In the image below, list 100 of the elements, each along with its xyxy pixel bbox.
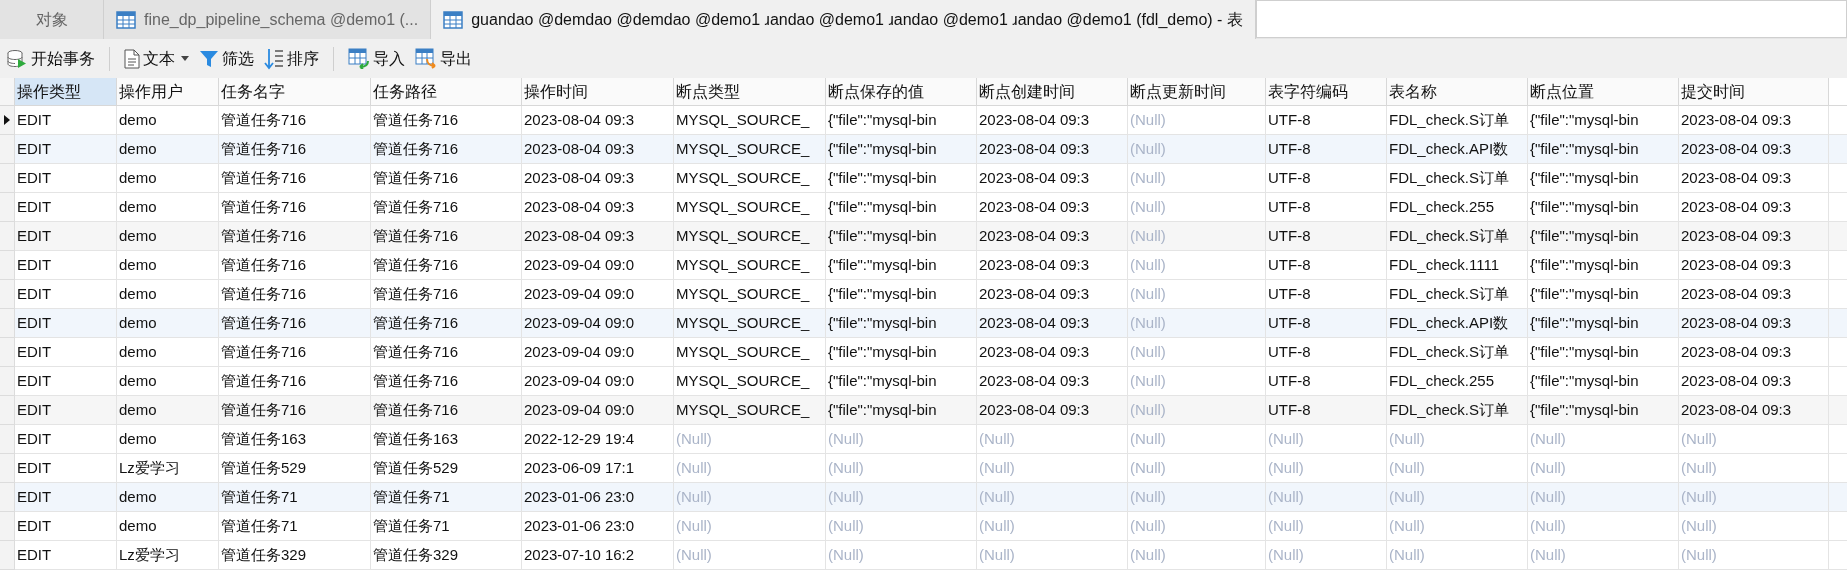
table-cell-text: {"file":"mysql-bin bbox=[827, 399, 938, 420]
table-cell-text: 管道任务716 bbox=[220, 254, 308, 275]
toolbar-button[interactable]: 导入 bbox=[346, 43, 407, 74]
table-cell-text: {"file":"mysql-bin bbox=[827, 312, 938, 333]
table-cell-text: 管道任务71 bbox=[220, 486, 299, 507]
table-cell-text: (Null) bbox=[978, 428, 1016, 449]
database-icon bbox=[6, 48, 28, 69]
funnel-icon bbox=[199, 48, 219, 69]
table-cell-text: {"file":"mysql-bin bbox=[827, 225, 938, 246]
table-cell-text: 2023-08-04 09:3 bbox=[1680, 225, 1793, 246]
table-cell-text: UTF-8 bbox=[1267, 399, 1312, 420]
table-cell-text: EDIT bbox=[16, 312, 53, 333]
table-cell-text: (Null) bbox=[1529, 544, 1567, 565]
column-header[interactable]: 任务名字 bbox=[219, 78, 371, 106]
table-cell-text: UTF-8 bbox=[1267, 254, 1312, 275]
table-cell-text: MYSQL_SOURCE_ bbox=[675, 341, 811, 362]
column-header[interactable]: 断点创建时间 bbox=[977, 78, 1128, 106]
table-cell-text: (Null) bbox=[1129, 428, 1167, 449]
table-cell-text: EDIT bbox=[16, 544, 53, 565]
table-cell-text: UTF-8 bbox=[1267, 167, 1312, 188]
column-header[interactable]: 操作时间 bbox=[522, 78, 674, 106]
table-cell-text: UTF-8 bbox=[1267, 138, 1312, 159]
table-cell-text: EDIT bbox=[16, 283, 53, 304]
table-cell-text: EDIT bbox=[16, 515, 53, 536]
table-cell-text: (Null) bbox=[1129, 457, 1167, 478]
table-cell-text: (Null) bbox=[1680, 544, 1718, 565]
table-cell-text: 2023-09-04 09:0 bbox=[523, 283, 636, 304]
table-cell-text: UTF-8 bbox=[1267, 109, 1312, 130]
column-header[interactable]: 任务路径 bbox=[371, 78, 522, 106]
column-header[interactable]: 操作类型 bbox=[15, 78, 117, 106]
table-cell-text: 管道任务716 bbox=[220, 370, 308, 391]
table-cell-text: 管道任务716 bbox=[372, 254, 460, 275]
table-cell-text: (Null) bbox=[1529, 428, 1567, 449]
toolbar-button[interactable]: 开始事务 bbox=[4, 43, 97, 74]
table-cell-text: MYSQL_SOURCE_ bbox=[675, 167, 811, 188]
table-cell-text: EDIT bbox=[16, 399, 53, 420]
table-cell-text: (Null) bbox=[827, 428, 865, 449]
table-cell-text: 管道任务716 bbox=[372, 399, 460, 420]
column-header[interactable]: 操作用户 bbox=[117, 78, 219, 106]
table-cell-text: FDL_check.255 bbox=[1388, 196, 1496, 217]
column-header[interactable]: 断点位置 bbox=[1528, 78, 1679, 106]
table-cell-text: 2023-08-04 09:3 bbox=[978, 254, 1091, 275]
table-cell-text: (Null) bbox=[1680, 428, 1718, 449]
table-cell-text: {"file":"mysql-bin bbox=[1529, 254, 1640, 275]
row-header[interactable] bbox=[0, 106, 15, 135]
table-cell-text: (Null) bbox=[1129, 544, 1167, 565]
table-cell-text: (Null) bbox=[1267, 428, 1305, 449]
table-cell-text: 管道任务716 bbox=[220, 138, 308, 159]
table-cell-text: 2023-08-04 09:3 bbox=[523, 138, 636, 159]
toolbar-button[interactable]: 筛选 bbox=[197, 43, 256, 74]
table-cell-text: EDIT bbox=[16, 196, 53, 217]
table-cell-text: 2023-08-04 09:3 bbox=[1680, 399, 1793, 420]
table-cell-text: UTF-8 bbox=[1267, 341, 1312, 362]
column-header[interactable]: 提交时间 bbox=[1679, 78, 1829, 106]
table-cell-text: 管道任务716 bbox=[220, 312, 308, 333]
table-cell-text: 2023-08-04 09:3 bbox=[523, 109, 636, 130]
table-cell-text: (Null) bbox=[1388, 544, 1426, 565]
toolbar-button[interactable]: 文本 bbox=[122, 43, 191, 74]
table-cell-text: demo bbox=[118, 399, 158, 420]
column-header[interactable]: 断点类型 bbox=[674, 78, 826, 106]
column-header[interactable]: 表名称 bbox=[1387, 78, 1528, 106]
table-cell-text: {"file":"mysql-bin bbox=[827, 109, 938, 130]
table-cell-text: 2023-08-04 09:3 bbox=[978, 138, 1091, 159]
table-cell-text: 2023-08-04 09:3 bbox=[1680, 370, 1793, 391]
table-cell-text: {"file":"mysql-bin bbox=[1529, 167, 1640, 188]
table-cell-text: (Null) bbox=[1680, 457, 1718, 478]
table-cell-text: (Null) bbox=[675, 486, 713, 507]
table-cell-text: 2023-08-04 09:3 bbox=[978, 399, 1091, 420]
table-cell-text: (Null) bbox=[675, 457, 713, 478]
table-cell-text: demo bbox=[118, 109, 158, 130]
table-cell-text: {"file":"mysql-bin bbox=[1529, 196, 1640, 217]
tab[interactable]: guandao @demdao @demdao @demo1 ɹandao @demo1 ɹandao @demo1 ɹandao @demo1 (fdl_demo) - 表 bbox=[431, 0, 1256, 39]
toolbar-button[interactable]: 导出 bbox=[413, 43, 474, 74]
toolbar-button[interactable]: 排序 bbox=[262, 43, 321, 74]
table-cell-text: (Null) bbox=[827, 544, 865, 565]
table-cell-text: FDL_check.255 bbox=[1388, 370, 1496, 391]
column-header[interactable]: 断点保存的值 bbox=[826, 78, 977, 106]
table-cell-text: (Null) bbox=[675, 544, 713, 565]
table-icon bbox=[116, 10, 136, 29]
table-cell-text: {"file":"mysql-bin bbox=[827, 138, 938, 159]
table-cell-text: 管道任务716 bbox=[220, 167, 308, 188]
table-cell-text: (Null) bbox=[978, 486, 1016, 507]
table-cell-text: 管道任务71 bbox=[372, 486, 451, 507]
table-cell-text: 管道任务529 bbox=[372, 457, 460, 478]
table-cell-text: demo bbox=[118, 196, 158, 217]
table-cell-text: {"file":"mysql-bin bbox=[827, 283, 938, 304]
table-cell-text: (Null) bbox=[675, 515, 713, 536]
table-cell-text: 管道任务716 bbox=[220, 196, 308, 217]
table-cell-text: {"file":"mysql-bin bbox=[827, 167, 938, 188]
table-cell-text: 2023-01-06 23:0 bbox=[523, 515, 636, 536]
table-cell-text: 管道任务716 bbox=[220, 225, 308, 246]
table-cell-text: FDL_check.API数 bbox=[1388, 312, 1510, 333]
table-cell-text: {"file":"mysql-bin bbox=[1529, 341, 1640, 362]
table-cell-text: 管道任务71 bbox=[372, 515, 451, 536]
column-header[interactable]: 断点更新时间 bbox=[1128, 78, 1266, 106]
table-cell-text: 2023-08-04 09:3 bbox=[1680, 109, 1793, 130]
table-cell-text: (Null) bbox=[1129, 138, 1167, 159]
column-header[interactable]: 表字符编码 bbox=[1266, 78, 1387, 106]
table-cell-text: 管道任务716 bbox=[372, 109, 460, 130]
table-cell-text: 2023-09-04 09:0 bbox=[523, 399, 636, 420]
